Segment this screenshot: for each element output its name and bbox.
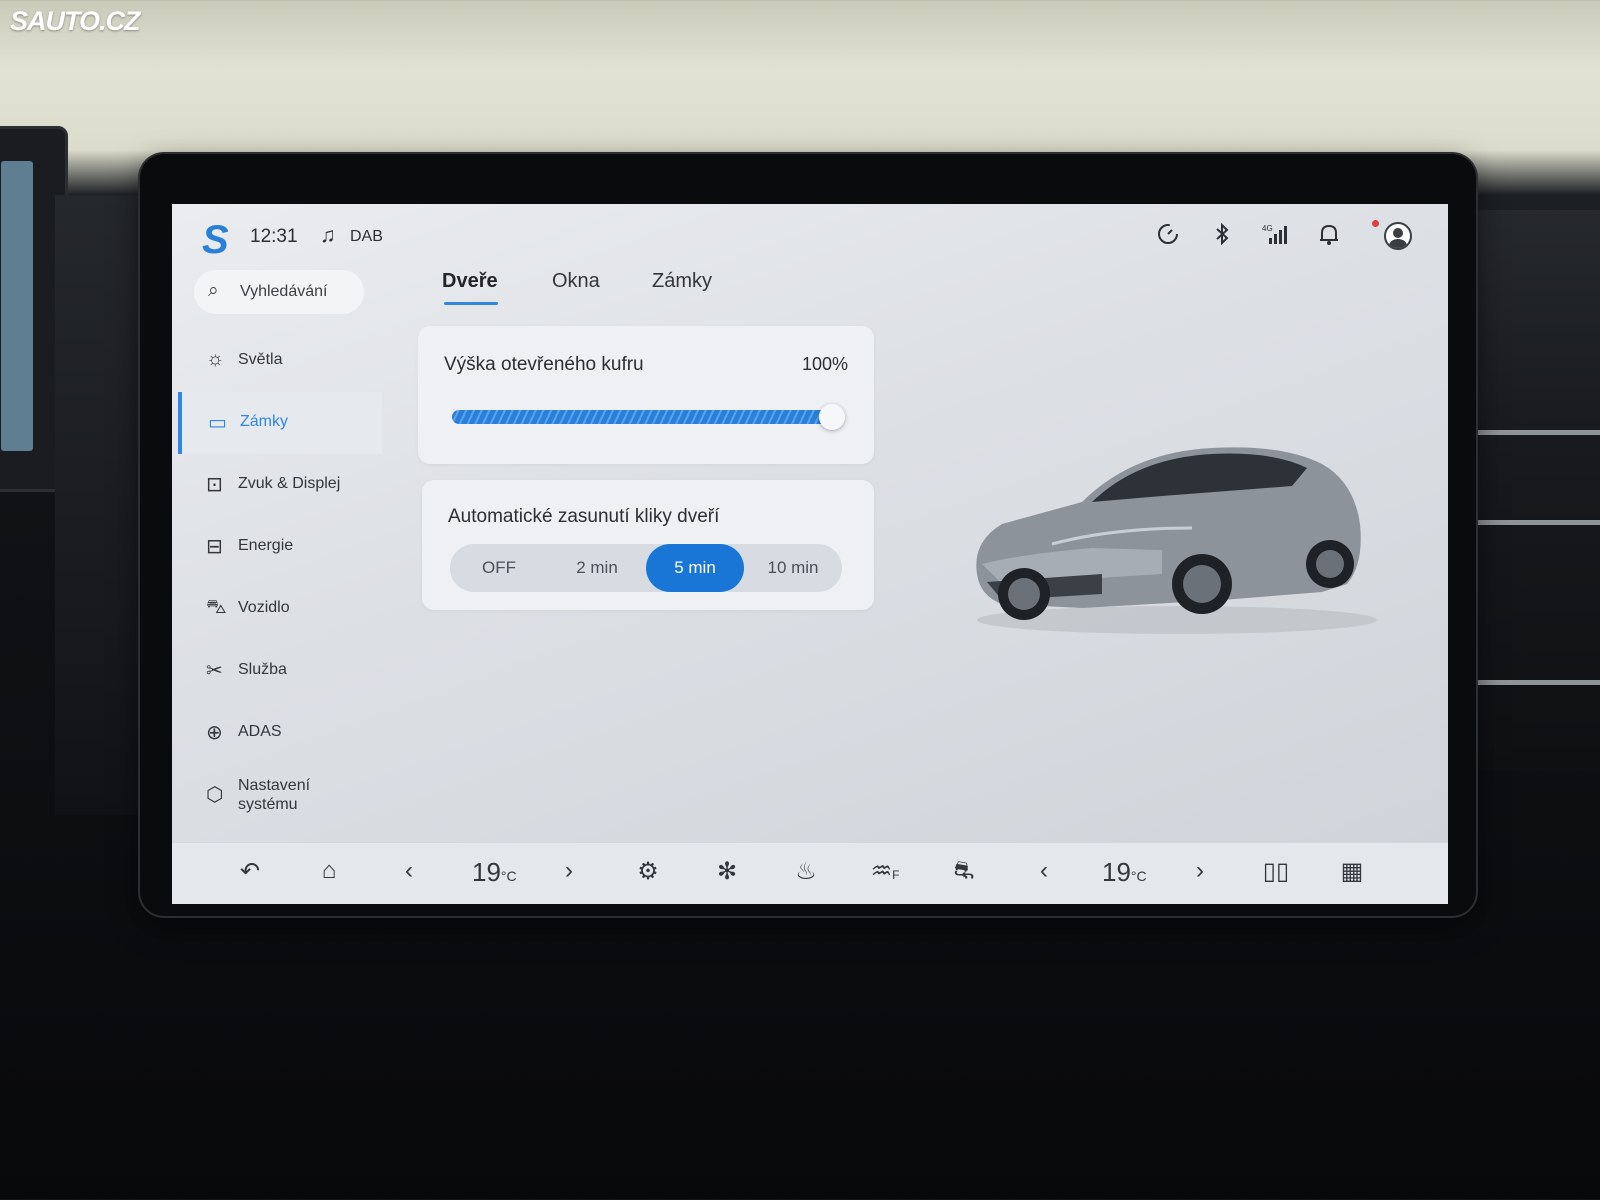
sidebar-item-svetla[interactable]: ☼ Světla [180,330,380,392]
sidebar-item-label: Zvuk & Displej [238,475,341,492]
vehicle-image [962,424,1382,644]
door-handle-card: Automatické zasunutí kliky dveří OFF 2 m… [422,480,874,610]
sidebar-item-energie[interactable]: ⊟ Energie [180,516,380,578]
sound-display-icon: ⊡ [206,474,223,496]
sidebar-item-nastaveni-systemu[interactable]: ⬡ Nastavení systému [180,764,380,826]
door-handle-timer-selector: OFF 2 min 5 min 10 min [450,544,842,592]
car-icon: ⛍ [206,596,227,618]
back-icon[interactable]: ↶ [230,857,270,886]
media-source-label[interactable]: DAB [350,228,383,246]
temp-right-number: 19 [1102,857,1131,887]
temp-left-increase-icon[interactable]: › [549,857,589,885]
slider-thumb[interactable] [819,404,845,430]
svg-text:4G: 4G [1262,224,1273,233]
seat-heating-icon[interactable]: ♨ [786,857,826,886]
timer-option-10min[interactable]: 10 min [744,544,842,592]
temp-left-unit: °C [500,868,517,884]
temp-right-value: 19°C [1102,857,1147,888]
sidebar-item-vozidlo[interactable]: ⛍ Vozidlo [180,578,380,640]
dashboard-right [1455,210,1600,770]
steering-wheel-icon: ⊕ [206,722,223,744]
battery-icon: ⊟ [206,536,223,558]
sidebar-item-adas[interactable]: ⊕ ADAS [180,702,380,764]
temp-left-value: 19°C [472,857,517,888]
trunk-height-value: 100% [801,354,848,374]
tab-dvere[interactable]: Dveře [442,270,498,293]
home-icon[interactable]: ⌂ [309,857,349,885]
light-icon: ☼ [206,348,225,370]
timer-option-5min[interactable]: 5 min [646,544,744,592]
sidebar-item-zamky[interactable]: ▭ Zámky [178,392,382,454]
bluetooth-icon[interactable] [1207,222,1237,252]
clock: 12:31 [250,226,298,247]
fan-settings-icon[interactable]: ⚙ [628,857,668,886]
speed-limit-icon[interactable] [1153,222,1183,252]
trunk-height-card: Výška otevřeného kufru 100% [418,326,874,464]
sidebar-item-zvuk-displej[interactable]: ⊡ Zvuk & Displej [180,454,380,516]
door-handle-title: Automatické zasunutí kliky dveří [448,506,720,527]
seat-ventilation-icon[interactable]: ✻ [707,857,747,886]
split-screen-icon[interactable]: ▯▯ [1256,857,1296,886]
settings-sidebar: ⌕ Vyhledávání ☼ Světla ▭ Zámky ⊡ Zvuk & … [172,264,387,844]
temp-right-unit: °C [1130,868,1147,884]
bell-icon[interactable] [1314,222,1344,252]
settings-hex-icon: ⬡ [206,784,224,806]
front-defrost-icon[interactable]: ♒F [865,857,905,886]
sidebar-item-label: Vozidlo [238,599,290,616]
search-input[interactable]: ⌕ Vyhledávání [194,270,364,314]
service-icon: ✂ [206,660,223,682]
status-bar: S 12:31 ♫ DAB 4G [172,204,1448,264]
infotainment-screen: S 12:31 ♫ DAB 4G ⌕ Vyhledávání ☼ Světla … [172,204,1448,904]
air-recirculation-icon[interactable]: ⛐ [944,857,984,887]
trunk-height-title: Výška otevřeného kufru [444,354,644,375]
sidebar-item-label: ADAS [238,723,282,740]
sauto-watermark: SAUTO.CZ [10,6,141,36]
temp-left-decrease-icon[interactable]: ‹ [389,857,429,885]
trunk-height-slider[interactable] [452,410,832,424]
temp-right-decrease-icon[interactable]: ‹ [1024,857,1064,885]
lock-icon: ▭ [208,412,227,434]
defrost-label: F [892,868,900,882]
user-avatar-icon[interactable] [1384,222,1412,250]
4g-signal-icon[interactable]: 4G [1260,222,1290,252]
app-logo-icon[interactable]: S [202,218,229,263]
temp-right-increase-icon[interactable]: › [1180,857,1220,885]
notification-dot [1372,220,1379,227]
sidebar-item-label: Služba [238,661,287,678]
app-grid-icon[interactable]: ▦ [1332,857,1372,886]
sidebar-item-label: Světla [238,351,283,368]
search-icon: ⌕ [208,280,219,301]
tab-zamky[interactable]: Zámky [652,270,712,293]
timer-option-off[interactable]: OFF [450,544,548,592]
sidebar-item-label: Zámky [240,413,288,430]
sidebar-item-label: Energie [238,537,294,554]
tab-okna[interactable]: Okna [552,270,600,293]
timer-option-2min[interactable]: 2 min [548,544,646,592]
active-tab-indicator [444,302,498,305]
temp-left-number: 19 [472,857,501,887]
music-note-icon[interactable]: ♫ [320,224,336,248]
sidebar-item-sluzba[interactable]: ✂ Služba [180,640,380,702]
climate-bar: ↶ ⌂ ‹ 19°C › ⚙ ✻ ♨ ♒F ⛐ ‹ 19°C › ▯▯ ▦ [172,842,1448,904]
search-placeholder: Vyhledávání [240,283,328,300]
sidebar-item-label: Nastavení systému [238,777,311,813]
slider-fill [452,410,832,424]
